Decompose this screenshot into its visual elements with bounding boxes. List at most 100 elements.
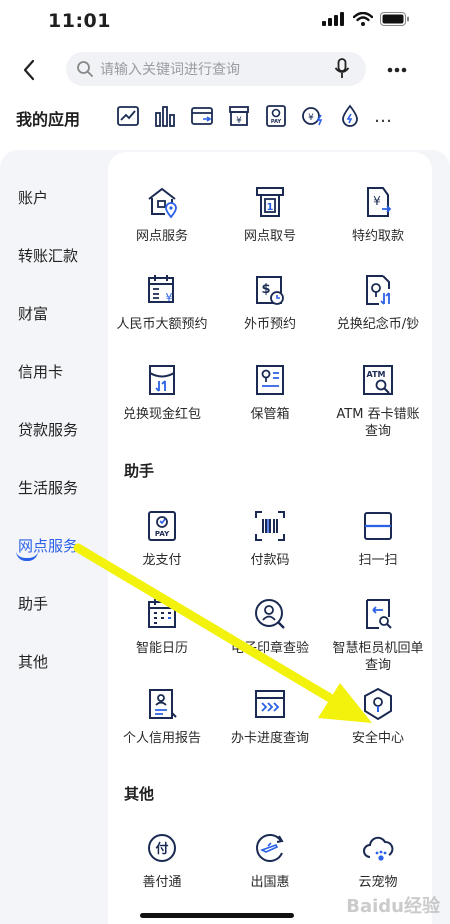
security-shield-icon [360,686,396,722]
svg-text:¥: ¥ [308,113,314,123]
top-nav: 请输入关键词进行查询 [0,52,450,88]
tile-label: 龙支付 [142,553,182,568]
bar-chart-icon[interactable] [149,102,181,130]
tile-queue-number[interactable]: 1 网点取号 [216,184,324,245]
flight-globe-icon [252,830,288,866]
tile-smart-calendar[interactable]: 智能日历 [108,596,216,657]
tile-branch-service[interactable]: 网点服务 [108,184,216,245]
yuan-lightning-icon[interactable]: ¥ [297,102,329,130]
tile-shanfutong[interactable]: 付 善付通 [108,830,216,891]
tile-atm-query[interactable]: ATM ATM 吞卡错账 查询 [324,362,432,440]
tile-label: 人民币大额预约 [116,317,208,332]
scan-icon [360,508,396,544]
card-progress-icon [252,686,288,722]
cloud-pet-icon [360,830,396,866]
tile-label: 网点取号 [243,229,296,244]
back-button[interactable] [16,56,42,84]
sidebar-item-account[interactable]: 账户 [18,187,48,208]
svg-text:$: $ [261,282,270,297]
tile-special-withdraw[interactable]: ¥ 特约取款 [324,184,432,245]
tile-rmb-reservation[interactable]: ¥ 人民币大额预约 [108,272,216,333]
status-bar: 11:01 [0,0,450,44]
barcode-icon [252,508,288,544]
my-apps-bar: 我的应用 ¥ PAY ¥ … [0,98,450,138]
my-apps-icons: ¥ PAY ¥ … [112,102,395,130]
microphone-icon [334,58,350,78]
tile-cloud-pet[interactable]: 云宠物 [324,830,432,891]
tile-safe-box[interactable]: 保管箱 [216,362,324,423]
microphone-button[interactable] [330,57,354,81]
tile-coin-exchange[interactable]: 兑换纪念币/钞 [324,272,432,333]
tile-card-progress[interactable]: 办卡进度查询 [216,686,324,747]
tile-receipt-query[interactable]: 智慧柜员机回单 查询 [324,596,432,674]
svg-text:ATM: ATM [367,370,386,379]
tile-label: 扫一扫 [358,553,398,568]
wifi-icon [353,12,373,26]
sidebar-item-wealth[interactable]: 财富 [18,303,48,324]
tile-label: 善付通 [142,875,182,890]
signal-icon [322,12,344,26]
tile-scan[interactable]: 扫一扫 [324,508,432,569]
search-bar[interactable]: 请输入关键词进行查询 [66,52,366,86]
search-input[interactable]: 请输入关键词进行查询 [100,59,330,79]
dollar-clock-icon: $ [252,272,288,308]
my-apps-more[interactable]: … [371,102,395,130]
chevron-left-icon [23,59,35,81]
tile-long-pay[interactable]: PAY 龙支付 [108,508,216,569]
tile-label: 云宠物 [358,875,398,890]
shanfutong-icon: 付 [144,830,180,866]
tile-credit-report[interactable]: 个人信用报告 [108,686,216,747]
tile-security-center[interactable]: 安全中心 [324,686,432,747]
yuan-box-icon[interactable]: ¥ [223,102,255,130]
tile-overseas-benefit[interactable]: 出国惠 [216,830,324,891]
tile-label: 智慧柜员机回单 查询 [332,641,424,673]
coin-exchange-icon [360,272,396,308]
card-transfer-icon[interactable] [186,102,218,130]
drop-bolt-icon[interactable] [334,102,366,130]
svg-text:付: 付 [155,841,168,857]
svg-text:1: 1 [267,202,274,213]
tile-label: 特约取款 [351,229,404,244]
smart-calendar-icon [144,596,180,632]
my-apps-title: 我的应用 [16,110,81,129]
section-title-assistant: 助手 [124,462,155,480]
tile-payment-code[interactable]: 付款码 [216,508,324,569]
atm-search-icon: ATM [360,362,396,398]
tile-label: ATM 吞卡错账 查询 [336,407,420,439]
tile-label: 网点服务 [135,229,188,244]
tile-foreign-reservation[interactable]: $ 外币预约 [216,272,324,333]
more-options-button[interactable] [382,56,412,84]
sidebar-item-others[interactable]: 其他 [18,651,48,672]
calendar-yuan-icon: ¥ [144,272,180,308]
pay-card-icon[interactable]: PAY [260,102,292,130]
sidebar-item-transfer[interactable]: 转账汇款 [18,245,78,266]
tile-label: 个人信用报告 [122,731,201,746]
tile-label: 兑换纪念币/钞 [336,317,420,332]
trend-chart-icon[interactable] [112,102,144,130]
watermark-logo: Baidu经验 [346,896,440,917]
red-envelope-icon [144,362,180,398]
tile-cash-redpacket[interactable]: 兑换现金红包 [108,362,216,423]
sidebar-item-assistant[interactable]: 助手 [18,593,48,614]
queue-number-icon: 1 [252,184,288,220]
sidebar-item-life[interactable]: 生活服务 [18,477,78,498]
home-indicator [140,913,294,918]
sidebar-item-loans[interactable]: 贷款服务 [18,419,78,440]
svg-text:¥: ¥ [373,194,381,208]
svg-text:¥: ¥ [166,291,173,304]
sidebar-item-credit-card[interactable]: 信用卡 [18,361,63,382]
tile-label: 保管箱 [250,407,290,422]
receipt-query-icon [360,596,396,632]
svg-text:PAY: PAY [271,119,282,125]
safe-box-icon [252,362,288,398]
seal-verify-icon [252,596,288,632]
battery-icon [380,12,409,26]
svg-text:¥: ¥ [236,116,242,126]
tile-seal-verify[interactable]: 电子印章查验 [216,596,324,657]
tile-label: 智能日历 [135,641,188,656]
status-icons [322,12,410,26]
credit-report-icon [144,686,180,722]
more-dots-icon [387,67,407,73]
tile-label: 出国惠 [250,875,290,890]
long-pay-icon: PAY [144,508,180,544]
